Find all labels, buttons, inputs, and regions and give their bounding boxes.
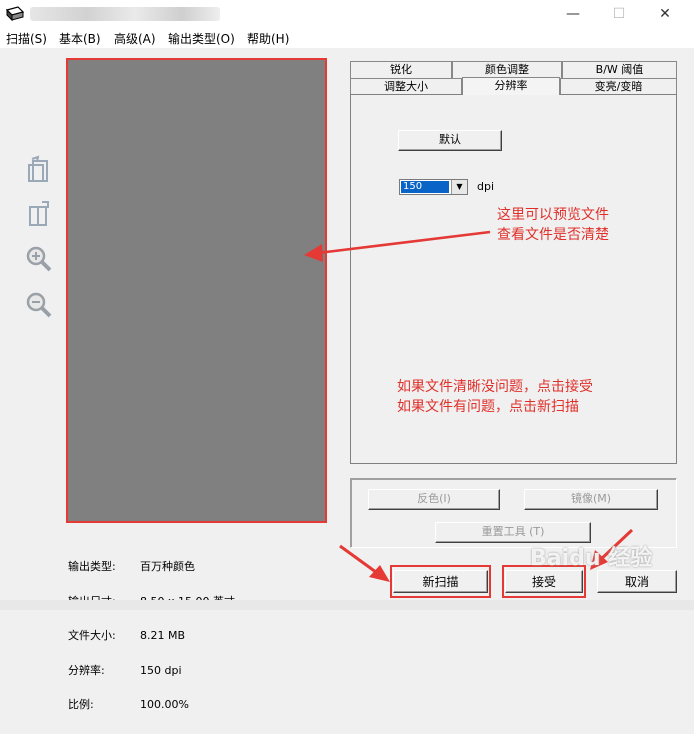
tab-sharpen[interactable]: 锐化 (350, 61, 452, 78)
menu-bar: 扫描(S) 基本(B) 高级(A) 输出类型(O) 帮助(H) (0, 28, 694, 48)
dpi-unit-label: dpi (477, 180, 495, 193)
scanner-window: — ☐ ✕ 扫描(S) 基本(B) 高级(A) 输出类型(O) 帮助(H) 输出… (0, 0, 694, 710)
tab-brightness[interactable]: 变亮/变暗 (560, 78, 677, 95)
menu-scan[interactable]: 扫描(S) (6, 30, 47, 47)
flip-icon[interactable] (24, 199, 54, 229)
scanner-app-icon (6, 6, 24, 22)
zoom-out-icon[interactable] (24, 290, 54, 320)
dpi-selected-value: 150 (401, 181, 449, 193)
tab-color-adjust[interactable]: 颜色调整 (452, 61, 562, 78)
menu-output-type[interactable]: 输出类型(O) (168, 30, 235, 47)
menu-help[interactable]: 帮助(H) (247, 30, 289, 47)
dpi-select[interactable]: 150 ▼ (399, 179, 468, 195)
default-button[interactable]: 默认 (398, 130, 502, 151)
title-bar: — ☐ ✕ (0, 0, 694, 28)
info-row-file-size: 文件大小: 8.21 MB (68, 629, 186, 642)
tab-bw-threshold[interactable]: B/W 阈值 (562, 61, 677, 78)
info-row-scale: 比例: 100.00% (68, 698, 189, 711)
scan-info: 输出类型:百万种颜色 输出尺寸:8.50 x 15.00 英寸 文件大小:8.2… (68, 538, 235, 734)
bottom-strip (0, 600, 694, 610)
info-row-output-type: 输出类型: 百万种颜色 (68, 560, 195, 573)
chevron-down-icon[interactable]: ▼ (451, 180, 467, 194)
baidu-watermark: Baidu 经验 (530, 546, 653, 571)
menu-basic[interactable]: 基本(B) (59, 30, 101, 47)
new-scan-highlight (390, 565, 491, 598)
info-row-resolution: 分辨率: 150 dpi (68, 663, 182, 677)
scan-preview-area[interactable] (66, 58, 327, 523)
minimize-button[interactable]: — (550, 0, 596, 28)
mirror-button[interactable]: 镜像(M) (524, 489, 658, 510)
menu-advanced[interactable]: 高级(A) (114, 30, 156, 47)
close-button[interactable]: ✕ (642, 0, 688, 28)
preview-annotation: 这里可以预览文件 查看文件是否清楚 (497, 207, 609, 243)
zoom-in-icon[interactable] (24, 244, 54, 274)
tab-resolution[interactable]: 分辨率 (462, 77, 560, 95)
action-annotation: 如果文件清晰没问题，点击接受 如果文件有问题，点击新扫描 (397, 379, 593, 415)
window-title-blurred (30, 7, 220, 21)
arrow-to-new-scan (339, 544, 390, 582)
maximize-button[interactable]: ☐ (596, 0, 642, 28)
invert-button[interactable]: 反色(I) (368, 489, 500, 510)
rotate-icon[interactable] (24, 155, 54, 185)
cancel-button[interactable]: 取消 (597, 570, 677, 593)
tab-resize[interactable]: 调整大小 (350, 78, 462, 95)
